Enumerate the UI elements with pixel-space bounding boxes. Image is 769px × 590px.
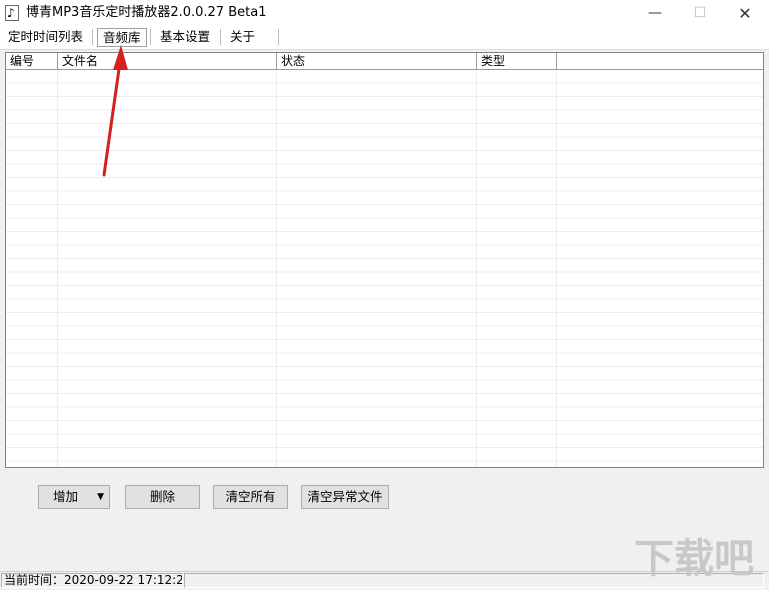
minimize-button[interactable]: — — [632, 0, 678, 27]
dropdown-arrow-icon[interactable]: ▼ — [97, 486, 104, 508]
maximize-button[interactable]: ☐ — [677, 0, 723, 27]
tab-divider — [220, 29, 221, 45]
list-header: 编号 文件名 状态 类型 — [6, 53, 763, 70]
tab-divider — [150, 29, 151, 45]
list-grid — [6, 70, 763, 467]
current-time-status: 当前时间：2020-09-22 17:12:22 — [1, 573, 183, 588]
column-gridline — [556, 70, 557, 467]
music-note-icon: ♪ — [5, 5, 19, 21]
tab-schedule-list[interactable]: 定时时间列表 — [2, 27, 89, 48]
column-gridline — [476, 70, 477, 467]
column-header-number[interactable]: 编号 — [6, 53, 58, 69]
watermark-text: 下载吧 — [634, 536, 754, 582]
tab-divider — [278, 29, 279, 45]
column-header-filename[interactable]: 文件名 — [58, 53, 277, 69]
title-bar: ♪ 博青MP3音乐定时播放器2.0.0.27 Beta1 — ☐ ✕ — [0, 0, 769, 27]
window-title: 博青MP3音乐定时播放器2.0.0.27 Beta1 — [26, 5, 267, 20]
tab-divider — [92, 29, 93, 45]
column-header-status[interactable]: 状态 — [277, 53, 477, 69]
audio-list[interactable]: 编号 文件名 状态 类型 — [5, 52, 764, 468]
clear-all-button[interactable]: 清空所有 — [213, 485, 288, 509]
delete-button[interactable]: 删除 — [125, 485, 200, 509]
column-header-type[interactable]: 类型 — [477, 53, 557, 69]
clear-abnormal-files-button[interactable]: 清空异常文件 — [301, 485, 389, 509]
tab-basic-settings[interactable]: 基本设置 — [154, 27, 216, 48]
column-gridline — [276, 70, 277, 467]
tab-about[interactable]: 关于 — [224, 27, 261, 48]
tab-bar: 定时时间列表 音频库 基本设置 关于 — [0, 27, 769, 50]
column-gridline — [57, 70, 58, 467]
tab-audio-library[interactable]: 音频库 — [97, 28, 147, 47]
add-button-label: 增加 — [53, 489, 79, 504]
close-button[interactable]: ✕ — [722, 0, 768, 27]
watermark-logo: 下载吧 — [634, 536, 754, 582]
add-button[interactable]: 增加 ▼ — [38, 485, 110, 509]
